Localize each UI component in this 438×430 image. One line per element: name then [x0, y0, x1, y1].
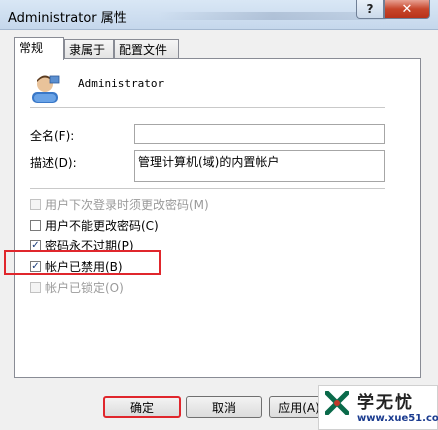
cancel-button[interactable]: 取消 [186, 396, 262, 418]
option-label: 用户不能更改密码(C) [45, 219, 159, 233]
fullname-input[interactable] [134, 124, 385, 144]
window-title: Administrator 属性 [8, 11, 127, 26]
separator [30, 107, 385, 108]
checkbox[interactable] [30, 282, 41, 293]
separator [30, 188, 385, 189]
fullname-label: 全名(F): [30, 129, 75, 143]
user-icon [32, 75, 60, 103]
watermark-url: www.xue51.com [357, 413, 438, 424]
help-button[interactable]: ? [356, 0, 384, 19]
blurred-background-text [158, 12, 388, 20]
option-cannot-change-password[interactable]: 用户不能更改密码(C) [30, 217, 159, 234]
checkbox[interactable] [30, 199, 41, 210]
ok-button[interactable]: 确定 [103, 396, 181, 418]
highlight-annotation [4, 250, 161, 275]
description-label: 描述(D): [30, 156, 77, 170]
tab-member-of[interactable]: 隶属于 [64, 39, 114, 58]
logo-mark-icon [325, 391, 349, 415]
option-label: 用户下次登录时须更改密码(M) [45, 198, 209, 212]
tab-general[interactable]: 常规 [14, 37, 64, 60]
watermark-logo: 学无忧 www.xue51.com [318, 385, 438, 430]
title-bar: Administrator 属性 ? ✕ [0, 0, 438, 30]
option-must-change-password[interactable]: 用户下次登录时须更改密码(M) [30, 196, 209, 213]
checkbox[interactable] [30, 220, 41, 231]
option-account-locked[interactable]: 帐户已锁定(O) [30, 279, 124, 296]
option-label: 帐户已锁定(O) [45, 281, 124, 295]
tab-profile[interactable]: 配置文件 [114, 39, 179, 58]
user-name: Administrator [78, 77, 165, 90]
close-button[interactable]: ✕ [384, 0, 430, 19]
description-input[interactable]: 管理计算机(域)的内置帐户 [134, 150, 385, 182]
watermark-title: 学无忧 [357, 393, 414, 413]
